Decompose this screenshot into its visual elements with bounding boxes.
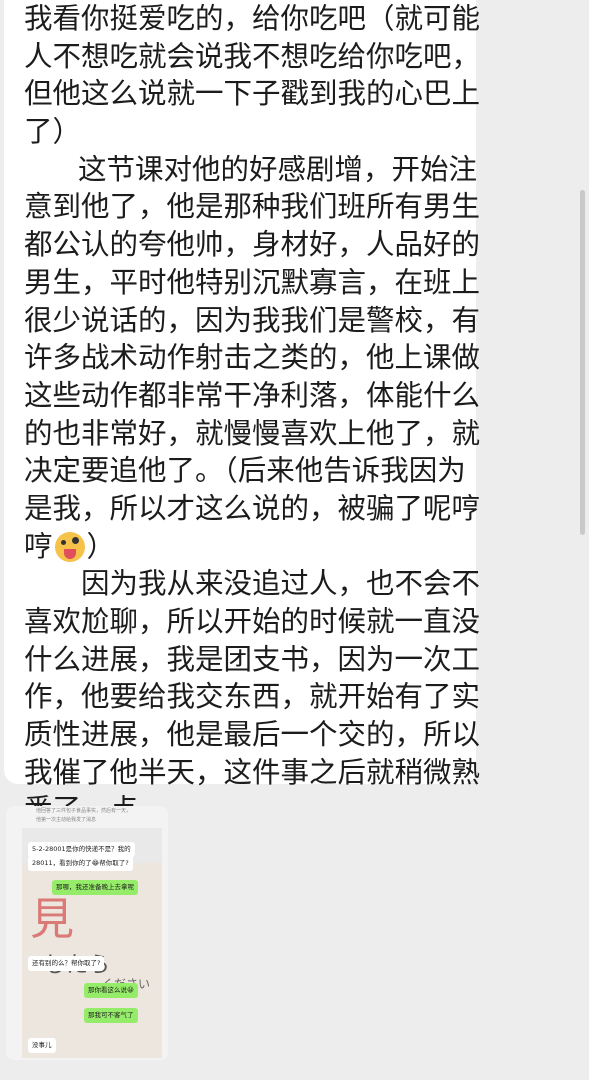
inner-chat-bubble: 28011，看到你的了😂帮你取了? [28,856,133,871]
message-line: 作，他要给我交东西，就开始有了实 [24,680,481,714]
message-line: 因为我从来没追过人，也不会不 [81,567,481,601]
inner-chat-bubble: 那我可不客气了 [84,1008,138,1023]
message-line: 是我，所以才这么说的，被骗了呢哼 [24,491,481,525]
message-line: 什么进展，我是团支书，因为一次工 [24,642,481,676]
embedded-chat-screenshot: 見 したら ください 5-2-28001是你的快递不是？我的 28011，看到你… [22,828,162,1058]
received-text-message[interactable]: 我看你挺爱吃的，给你吃吧（就可能 人不想吃就会说我不想吃给你吃吧， 但他这么说就… [4,0,481,826]
inner-chat-bubble: 那哪，我还准备晚上去拿呢 [52,880,138,895]
inner-chat-bubble: 那你看这么说😀 [84,983,138,998]
inner-chat-bubble: 还有别的么？帮你取了? [28,956,105,971]
message-line: 很少说话的，因为我我们是警校，有 [24,303,481,337]
message-line: 哼） [24,528,476,566]
message-line: 都公认的夸他帅，身材好，人品好的 [24,228,481,262]
inner-chat-bubble: 没事儿 [28,1038,56,1053]
message-line: 我看你挺爱吃的，给你吃吧（就可能 [24,2,481,35]
message-line: 意到他了，他是那种我们班所有男生 [24,190,481,224]
chat-view: 我看你挺爱吃的，给你吃吧（就可能 人不想吃就会说我不想吃给你吃吧， 但他这么说就… [0,0,589,1080]
message-line: 这些动作都非常干净利落，体能什么 [24,378,481,412]
message-line: 男生，平时他特别沉默寡言，在班上 [24,265,481,299]
message-line-text: 哼 [24,529,53,563]
inner-chat-bubble: 5-2-28001是你的快递不是？我的 [28,842,135,857]
message-line: 人不想吃就会说我不想吃给你吃吧， [24,39,481,73]
image-message-thumbnail[interactable]: 他回答了三件包子食品事实，然后有一天， 他第一次主动给我发了消息 見 したら く… [6,806,168,1060]
message-line: 喜欢尬聊，所以开始的时候就一直没 [24,605,481,638]
message-line: 的也非常好，就慢慢喜欢上他了，就 [24,416,481,450]
message-line: 这节课对他的好感剧增，开始注 [78,152,478,186]
image-caption-line: 他第一次主动给我发了消息 [36,817,97,823]
message-line: 我催了他半天，这件事之后就稍微熟 [24,755,481,789]
message-line: 决定要追他了。（后来他告诉我因为 [24,454,466,488]
message-line: 质性进展，他是最后一个交的，所以 [24,718,481,752]
message-line: 许多战术动作射击之类的，他上课做 [24,341,481,375]
message-line: 但他这么说就一下子戳到我的心巴上 [24,77,481,111]
crazy-face-emoji-icon [54,531,85,562]
scrollbar[interactable] [580,190,585,535]
image-caption-line: 他回答了三件包子食品事实，然后有一天， [36,808,132,814]
message-line: 了） [24,115,82,149]
message-line-text: ） [86,529,116,563]
